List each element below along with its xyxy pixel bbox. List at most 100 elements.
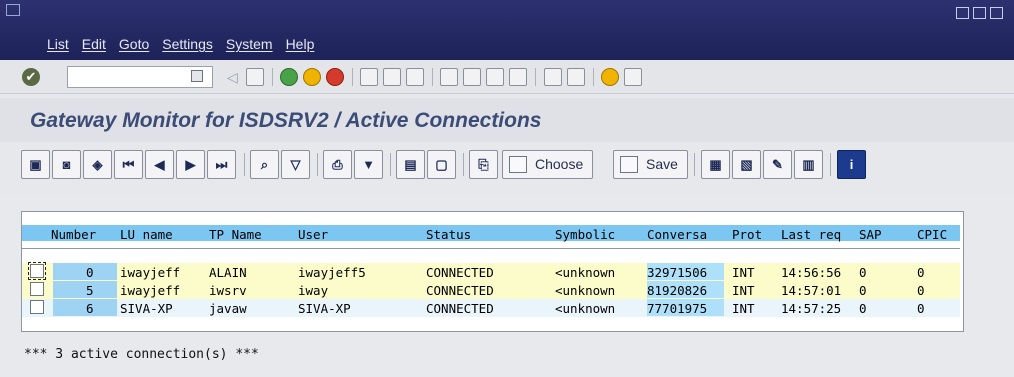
status-message: *** 3 active connection(s) *** — [24, 347, 259, 362]
choose-button-label: Choose — [535, 156, 584, 172]
maximize-icon[interactable] — [973, 7, 986, 19]
cell-cpic: 0 — [917, 283, 925, 298]
info-icon[interactable]: i — [837, 150, 866, 179]
details-glyph: ◙ — [62, 157, 71, 172]
download-icon[interactable]: ▼ — [354, 150, 383, 179]
command-history-icon[interactable] — [191, 70, 203, 82]
separator — [390, 153, 391, 176]
menu-bar: List Edit Goto Settings System Help — [0, 0, 1014, 60]
last-icon[interactable]: ⏭ — [207, 150, 236, 179]
choose-button[interactable]: Choose — [502, 150, 594, 179]
number-cell-bg — [53, 299, 117, 316]
cell-sap: 0 — [859, 265, 867, 280]
previous-icon[interactable]: ◀ — [145, 150, 174, 179]
cell-user: SIVA-XP — [298, 301, 351, 316]
details-icon[interactable]: ◙ — [52, 150, 81, 179]
menu-items: List Edit Goto Settings System Help — [47, 36, 314, 52]
first-glyph: ⏮ — [122, 157, 135, 172]
layout-menu-icon[interactable] — [624, 68, 642, 86]
cell-number: 0 — [86, 265, 94, 280]
exit-icon[interactable] — [303, 68, 321, 86]
refresh-icon[interactable]: ▣ — [21, 150, 50, 179]
calculator-glyph: ▥ — [802, 157, 815, 172]
cell-last-request: 14:57:01 — [781, 283, 842, 298]
row-checkbox[interactable] — [30, 300, 44, 314]
menu-settings[interactable]: Settings — [162, 36, 213, 52]
filter-icon[interactable]: ▽ — [281, 150, 310, 179]
row-checkbox[interactable] — [30, 282, 44, 296]
cancel-icon[interactable] — [326, 68, 344, 86]
cell-protocol: INT — [732, 265, 755, 280]
separator — [352, 68, 353, 86]
spreadsheet-icon[interactable]: ▧ — [732, 150, 761, 179]
cell-lu-name: iwayjeff — [120, 283, 181, 298]
cell-tp-name: javaw — [209, 301, 247, 316]
next-glyph: ▶ — [185, 157, 196, 172]
separator — [535, 68, 536, 86]
save-button[interactable]: Save — [613, 150, 688, 179]
next-icon[interactable]: ▶ — [176, 150, 205, 179]
menu-goto[interactable]: Goto — [119, 36, 149, 52]
shortcut-icon[interactable] — [567, 68, 585, 86]
separator — [694, 153, 695, 176]
new-session-icon[interactable] — [544, 68, 562, 86]
header-cpic: CPIC — [917, 227, 948, 242]
help-icon[interactable] — [601, 68, 619, 86]
cell-last-request: 14:57:25 — [781, 301, 842, 316]
connections-list-panel: Number LU name TP Name User Status Symbo… — [21, 211, 964, 332]
cell-sap: 0 — [859, 283, 867, 298]
back-icon[interactable] — [280, 68, 298, 86]
print-list-icon[interactable]: ⎙ — [323, 150, 352, 179]
cell-number: 5 — [86, 283, 94, 298]
menu-edit[interactable]: Edit — [82, 36, 106, 52]
first-icon[interactable]: ⏮ — [114, 150, 143, 179]
layout-glyph: ▢ — [435, 157, 448, 172]
minimize-icon[interactable] — [956, 7, 969, 19]
print-glyph: ⎙ — [332, 157, 343, 172]
separator — [463, 153, 464, 176]
export-icon[interactable]: ▤ — [396, 150, 425, 179]
menu-help[interactable]: Help — [286, 36, 315, 52]
layout-icon[interactable]: ▢ — [427, 150, 456, 179]
header-sap: SAP — [859, 227, 882, 242]
standard-toolbar: ✔ ◁ — [0, 60, 1014, 94]
previous-glyph: ◀ — [154, 157, 165, 172]
cell-symbolic: <unknown — [555, 301, 616, 316]
header-number: Number — [51, 227, 97, 242]
enter-check-icon[interactable]: ✔ — [22, 68, 40, 86]
cell-protocol: INT — [732, 283, 755, 298]
header-protocol: Prot — [732, 227, 763, 242]
previous-page-icon[interactable] — [463, 68, 481, 86]
menu-list[interactable]: List — [47, 36, 69, 52]
header-status: Status — [426, 227, 472, 242]
search-glyph: ⌕ — [260, 157, 269, 172]
copy-glyph: ⎘ — [478, 157, 489, 172]
first-page-icon[interactable] — [440, 68, 458, 86]
separator — [432, 68, 433, 86]
header-separator — [22, 248, 960, 249]
cell-status: CONNECTED — [426, 265, 494, 280]
cell-tp-name: iwsrv — [209, 283, 247, 298]
cell-tp-name: ALAIN — [209, 265, 247, 280]
cell-cpic: 0 — [917, 265, 925, 280]
sort-icon[interactable]: ▦ — [701, 150, 730, 179]
back-arrow-icon[interactable]: ◁ — [227, 68, 245, 86]
separator — [272, 68, 273, 86]
find-icon[interactable] — [383, 68, 401, 86]
search-icon[interactable]: ⌕ — [250, 150, 279, 179]
last-page-icon[interactable] — [509, 68, 527, 86]
system-menu-icon[interactable] — [6, 4, 20, 16]
calculator-icon[interactable]: ▥ — [794, 150, 823, 179]
edit-icon[interactable]: ✎ — [763, 150, 792, 179]
copy-icon[interactable]: ⎘ — [469, 150, 498, 179]
close-icon[interactable] — [990, 7, 1003, 19]
menu-system[interactable]: System — [226, 36, 273, 52]
refresh-glyph: ▣ — [29, 157, 42, 172]
print-icon[interactable] — [360, 68, 378, 86]
row-checkbox[interactable] — [28, 262, 46, 280]
export-glyph: ▤ — [404, 157, 417, 172]
save-icon[interactable] — [246, 68, 264, 86]
next-page-icon[interactable] — [486, 68, 504, 86]
select-icon[interactable]: ◈ — [83, 150, 112, 179]
find-next-icon[interactable] — [406, 68, 424, 86]
